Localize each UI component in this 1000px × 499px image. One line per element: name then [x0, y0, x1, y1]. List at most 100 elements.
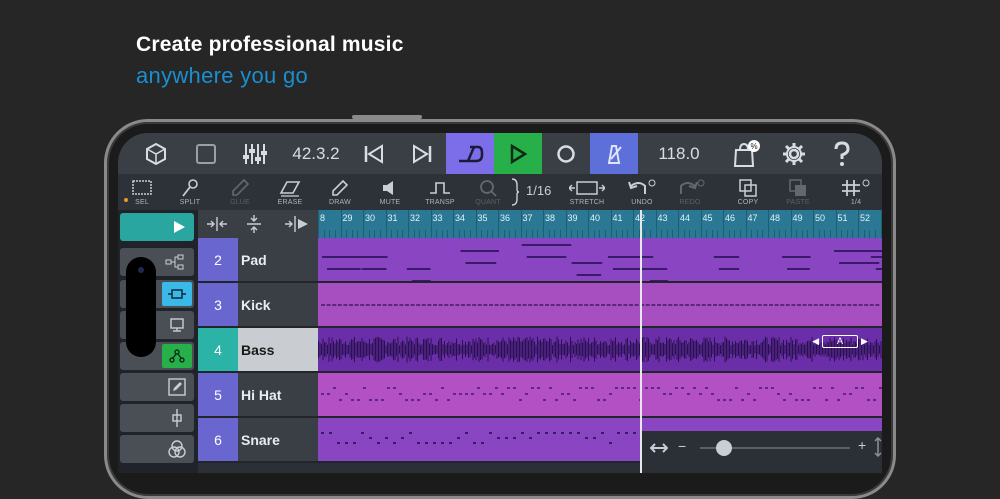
vertical-arrows-icon[interactable] — [874, 436, 882, 462]
track-name: Pad — [241, 251, 267, 268]
quantize-value[interactable]: 1/16 — [526, 183, 551, 198]
tool-stretch[interactable]: STRETCH — [558, 174, 616, 210]
tool-transpose[interactable]: TRANSP — [416, 174, 464, 210]
ruler-tick — [813, 210, 814, 238]
midi-note — [707, 304, 712, 306]
effects-button[interactable] — [120, 435, 194, 463]
midi-note — [539, 304, 544, 306]
waveform-bar — [735, 341, 736, 358]
zoom-in-icon[interactable]: + — [858, 437, 866, 453]
ruler-subtick — [756, 230, 758, 238]
waveform-bar — [783, 339, 784, 360]
midi-note — [360, 304, 365, 306]
track-lane-pad[interactable] — [318, 238, 882, 283]
waveform-bar — [606, 342, 607, 357]
horizontal-arrows-icon[interactable] — [649, 441, 669, 460]
midi-note — [423, 393, 426, 395]
tool-draw[interactable]: DRAW — [316, 174, 364, 210]
waveform-bar — [742, 343, 744, 356]
tool-select[interactable]: SEL — [118, 174, 166, 210]
ruler-tick-label: 29 — [342, 213, 353, 223]
gear-icon[interactable] — [770, 133, 818, 174]
waveform-bar — [442, 344, 444, 355]
waveform-bar — [682, 342, 684, 357]
track-lane-kick[interactable] — [318, 283, 882, 328]
waveform-bar — [790, 336, 792, 363]
waveform-bar — [424, 339, 426, 360]
play-icon[interactable] — [494, 133, 542, 174]
vertical-zoom-icon[interactable] — [246, 214, 262, 239]
zoom-slider-knob[interactable] — [716, 440, 732, 456]
loop-icon[interactable] — [446, 133, 494, 174]
ruler-subtick — [458, 230, 460, 238]
tempo-display[interactable]: 118.0 — [644, 133, 714, 174]
position-display[interactable]: 42.3.2 — [283, 133, 349, 174]
tool-quantize[interactable]: QUANT — [464, 174, 512, 210]
midi-note — [787, 268, 810, 270]
tool-copy[interactable]: COPY — [724, 174, 772, 210]
waveform-bar — [447, 342, 448, 357]
midi-note — [494, 304, 499, 306]
midi-note — [771, 387, 774, 389]
track-header-selected[interactable]: 4 Bass — [198, 328, 318, 373]
editor-button[interactable] — [120, 373, 194, 401]
horizontal-zoom-icon[interactable] — [206, 216, 228, 237]
tool-paste[interactable]: PASTE — [774, 174, 822, 210]
region-handle[interactable]: ◀ A ▶ — [808, 334, 872, 348]
ruler-tick — [565, 210, 567, 238]
waveform-bar — [625, 338, 627, 361]
tool-split[interactable]: SPLIT — [166, 174, 214, 210]
track-header[interactable]: 6 Snare — [198, 418, 318, 463]
ruler-subtick — [368, 230, 370, 238]
track-header[interactable]: 2 Pad — [198, 238, 318, 283]
ruler-tick-label: 50 — [815, 213, 826, 223]
tool-grid[interactable]: 1/4 — [832, 174, 880, 210]
midi-note — [847, 304, 852, 306]
waveform-bar — [340, 339, 342, 360]
tool-undo[interactable]: UNDO — [618, 174, 666, 210]
track-header[interactable]: 5 Hi Hat — [198, 373, 318, 418]
timeline-ruler[interactable]: 8293031323334353637383940414243444546474… — [318, 210, 882, 238]
zoom-out-icon[interactable]: − — [678, 438, 686, 454]
copy-icon — [739, 179, 757, 197]
track-lane-hihat[interactable] — [318, 373, 882, 418]
help-icon[interactable] — [818, 133, 866, 174]
mixer-icon[interactable] — [230, 133, 280, 174]
show-inspector-button[interactable] — [120, 213, 194, 241]
midi-note — [573, 399, 576, 401]
ruler-subtick — [537, 230, 539, 238]
tool-glue[interactable]: GLUE — [216, 174, 264, 210]
waveform-bar — [388, 342, 390, 357]
store-icon[interactable]: % — [722, 133, 770, 174]
waveform-bar — [607, 345, 609, 354]
fader-button[interactable] — [120, 404, 194, 432]
track-add-icon[interactable] — [284, 215, 310, 238]
midi-note — [681, 387, 684, 389]
waveform-bar — [570, 336, 571, 363]
waveform-bar — [717, 343, 718, 356]
ruler-subtick — [762, 230, 764, 238]
rewind-icon[interactable] — [350, 133, 398, 174]
midi-note — [870, 256, 882, 258]
midi-note — [465, 262, 497, 264]
waveform-bar — [612, 341, 613, 358]
tool-erase[interactable]: ERASE — [266, 174, 314, 210]
waveform-bar — [381, 338, 382, 361]
midi-note — [869, 304, 874, 306]
waveform-bar — [492, 343, 493, 356]
midi-note — [561, 304, 566, 306]
record-icon[interactable] — [542, 133, 590, 174]
window-icon[interactable] — [182, 133, 230, 174]
waveform-bar — [471, 345, 472, 354]
tool-redo[interactable]: REDO — [666, 174, 714, 210]
track-lane-bass[interactable]: ◀ A ▶ — [318, 328, 882, 373]
cube-icon[interactable] — [132, 133, 180, 174]
midi-note — [584, 304, 589, 306]
midi-note — [723, 399, 726, 401]
forward-icon[interactable] — [398, 133, 446, 174]
tool-mute[interactable]: MUTE — [366, 174, 414, 210]
track-header[interactable]: 3 Kick — [198, 283, 318, 328]
metronome-icon[interactable] — [590, 133, 638, 174]
midi-note — [606, 304, 611, 306]
stretch-icon — [569, 181, 605, 195]
